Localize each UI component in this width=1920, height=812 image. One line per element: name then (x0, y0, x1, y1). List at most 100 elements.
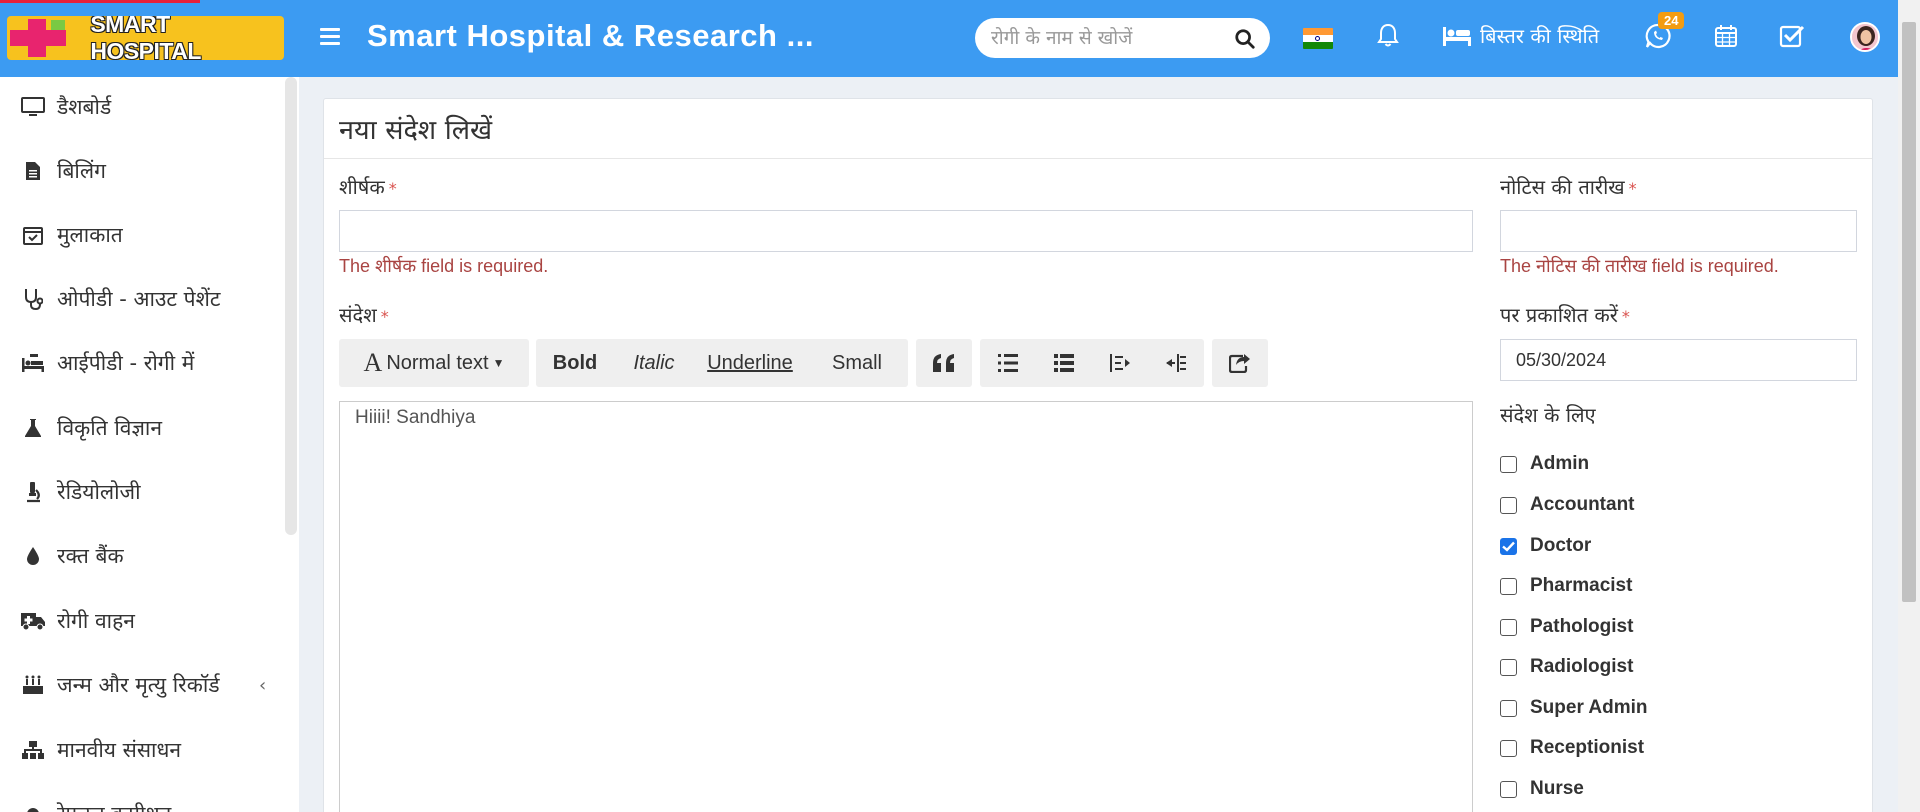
user-avatar[interactable] (1850, 22, 1880, 52)
sidebar-scrollbar[interactable] (285, 77, 297, 535)
text-style-dropdown[interactable]: A Normal text ▼ (339, 339, 529, 387)
checkbox-checked[interactable] (1500, 537, 1517, 555)
title-error: The शीर्षक field is required. (339, 256, 549, 276)
role-checkbox-nurse[interactable]: Nurse (1500, 778, 1584, 800)
sidebar-item-billing[interactable]: बिलिंग (0, 151, 280, 191)
sidebar-item-label: डैशबोर्ड (57, 95, 112, 119)
sidebar: डैशबोर्ड बिलिंग मुलाकात ओपीडी - आउट पेशे… (0, 77, 299, 812)
notice-date-error: The नोटिस की तारीख field is required. (1500, 256, 1779, 276)
role-label: Pharmacist (1530, 575, 1633, 596)
indent-button[interactable] (1148, 339, 1204, 387)
microscope-icon (27, 482, 40, 503)
role-checkbox-pathologist[interactable]: Pathologist (1500, 616, 1633, 638)
scrollbar-thumb[interactable] (1902, 22, 1916, 602)
checkbox[interactable] (1500, 618, 1517, 636)
search-icon[interactable] (1234, 28, 1256, 50)
sidebar-item-pathology[interactable]: विकृति विज्ञान (0, 408, 280, 448)
tint-icon (27, 547, 39, 565)
small-button[interactable]: Small (806, 339, 908, 387)
title-input[interactable] (339, 210, 1473, 252)
sidebar-item-appointment[interactable]: मुलाकात (0, 215, 280, 255)
role-checkbox-admin[interactable]: Admin (1500, 453, 1589, 475)
chevron-left-icon: ‹ (259, 674, 267, 696)
stethoscope-icon (25, 289, 43, 310)
calendar-check-icon (23, 227, 43, 245)
page-scrollbar[interactable] (1898, 0, 1920, 812)
task-check-icon[interactable] (1779, 24, 1805, 48)
more-icon (27, 808, 39, 812)
role-label: Accountant (1530, 494, 1635, 515)
sidebar-item-opd[interactable]: ओपीडी - आउट पेशेंट (0, 279, 280, 319)
role-label: Super Admin (1530, 697, 1648, 718)
birthday-cake-icon (23, 675, 43, 694)
search-input[interactable] (975, 18, 1215, 58)
bell-icon[interactable] (1376, 22, 1400, 52)
ambulance-icon (21, 613, 45, 631)
unordered-list-button[interactable] (980, 339, 1036, 387)
role-label: Receptionist (1530, 737, 1645, 758)
bed-icon (1443, 26, 1471, 46)
sidebar-item-label: रक्त बैंक (57, 544, 124, 568)
role-checkbox-accountant[interactable]: Accountant (1500, 494, 1635, 516)
ordered-list-button[interactable] (1036, 339, 1092, 387)
role-checkbox-super-admin[interactable]: Super Admin (1500, 697, 1648, 719)
sidebar-item-radiology[interactable]: रेडियोलोजी (0, 472, 280, 512)
sidebar-item-label: मानवीय संसाधन (57, 738, 182, 762)
quote-group (916, 339, 972, 387)
logo-text: SMART HOSPITAL (90, 16, 201, 60)
sidebar-item-human-resource[interactable]: मानवीय संसाधन (0, 730, 280, 770)
sidebar-item-label: रोगी वाहन (57, 609, 135, 633)
role-checkbox-radiologist[interactable]: Radiologist (1500, 656, 1633, 678)
sidebar-item-ipd[interactable]: आईपीडी - रोगी में (0, 343, 280, 383)
sidebar-item-dashboard[interactable]: डैशबोर्ड (0, 87, 280, 127)
message-editor[interactable]: Hiiii! Sandhiya (339, 401, 1473, 812)
sidebar-item-label: विकृति विज्ञान (57, 416, 162, 440)
role-label: Nurse (1530, 778, 1584, 799)
role-checkbox-doctor[interactable]: Doctor (1500, 535, 1591, 557)
checkbox[interactable] (1500, 577, 1517, 595)
share-button[interactable] (1212, 339, 1268, 387)
message-to-label: संदेश के लिए (1500, 403, 1596, 427)
menu-toggle-icon[interactable] (320, 28, 340, 46)
italic-button[interactable]: Italic (614, 339, 694, 387)
font-icon: A (363, 348, 383, 377)
outdent-button[interactable] (1092, 339, 1148, 387)
sidebar-item-referral[interactable]: रेफरल कमीशन (0, 794, 280, 812)
blockquote-button[interactable] (916, 339, 972, 387)
publish-on-input[interactable] (1500, 339, 1857, 381)
text-style-group: A Normal text ▼ (339, 339, 529, 387)
role-checkbox-pharmacist[interactable]: Pharmacist (1500, 575, 1632, 597)
checkbox[interactable] (1500, 699, 1517, 717)
panel-header: नया संदेश लिखें (324, 99, 1872, 159)
sidebar-item-blood-bank[interactable]: रक्त बैंक (0, 536, 280, 576)
calendar-icon[interactable] (1714, 24, 1738, 48)
checkbox[interactable] (1500, 780, 1517, 798)
notice-date-label: नोटिस की तारीख * (1500, 175, 1637, 199)
sidebar-item-ambulance[interactable]: रोगी वाहन (0, 601, 280, 641)
notice-date-input[interactable] (1500, 210, 1857, 252)
language-flag-icon[interactable] (1303, 28, 1333, 49)
logo-cross-icon (7, 16, 68, 60)
caret-down-icon: ▼ (492, 356, 505, 370)
hospital-logo[interactable]: SMART HOSPITAL (7, 16, 284, 60)
profile-photo-icon (1852, 24, 1878, 50)
underline-button[interactable]: Underline (694, 339, 806, 387)
loading-bar (0, 0, 200, 3)
sitemap-icon (22, 741, 44, 759)
bed-status-link[interactable]: बिस्तर की स्थिति (1442, 22, 1599, 49)
checkbox[interactable] (1500, 496, 1517, 514)
sidebar-item-label: ओपीडी - आउट पेशेंट (57, 287, 221, 311)
sidebar-item-birth-death-record[interactable]: जन्म और मृत्यु रिकॉर्ड ‹ (0, 665, 280, 705)
check-icon (1502, 541, 1515, 552)
flask-icon (25, 419, 41, 437)
list-ol-icon (1054, 354, 1074, 372)
checkbox[interactable] (1500, 658, 1517, 676)
checkbox[interactable] (1500, 455, 1517, 473)
role-checkbox-receptionist[interactable]: Receptionist (1500, 737, 1644, 759)
bold-button[interactable]: Bold (536, 339, 614, 387)
outdent-icon (1110, 354, 1130, 372)
procedures-icon (22, 354, 44, 372)
checkbox[interactable] (1500, 739, 1517, 757)
title-label: शीर्षक * (339, 175, 397, 199)
file-invoice-icon (26, 162, 40, 180)
